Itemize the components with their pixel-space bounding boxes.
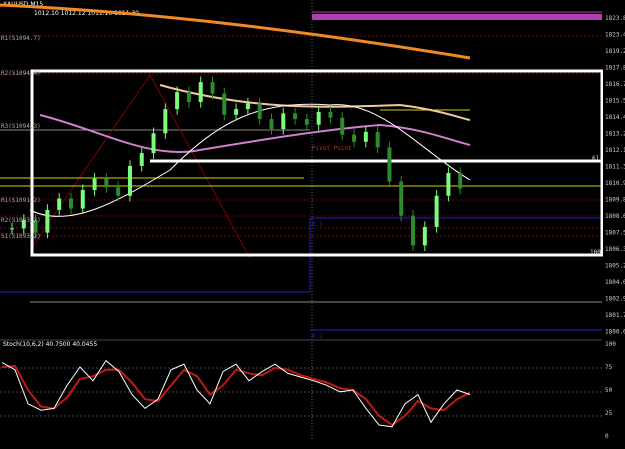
price-axis-label: 1817.85 [605,65,625,72]
price-axis-label: 1802.94 [605,296,625,303]
candle-body [186,92,191,103]
price-axis-label: 1812.19 [605,147,625,154]
price-axis-label: 1807.58 [605,230,625,237]
candle-body [245,103,250,110]
candle-body [198,82,203,103]
candle-body [222,93,227,115]
candle-body [458,173,463,189]
candle-body [116,187,121,196]
fib-label-b: 0.2 [312,333,323,340]
candle-body [328,111,333,118]
price-axis-label: 1823.41 [605,32,625,39]
candle-body [104,178,109,188]
left-level-label: S1(S1093.2) [1,233,41,240]
price-axis-label: 1813.25 [605,131,625,138]
pivot-label: Pivot Point [312,145,352,152]
candle-body [57,198,62,210]
time-axis [0,441,625,449]
left-level-label: R3(S1094.3) [1,123,41,130]
price-axis-label: 1811.30 [605,164,625,171]
price-axis-label: 1806.35 [605,246,625,253]
candle-body [45,209,50,233]
candle-body [387,147,392,182]
candle-body [151,133,156,154]
candle-body [139,153,144,166]
candle-body [434,195,439,227]
candle-body [363,131,368,142]
price-axis-label: 1809.83 [605,197,625,204]
candle-body [68,198,73,209]
candle-body [293,113,298,120]
candle-body [127,165,132,196]
price-axis-label: 1816.79 [605,81,625,88]
price-axis-label: 1801.75 [605,312,625,319]
stoch-axis-label: 50 [605,387,613,394]
trading-chart[interactable]: XAUUSD,M15 1012.10 1012.12 1011.10 1011.… [0,0,625,449]
purple-zone [312,14,602,20]
candle-body [163,109,168,134]
stoch-axis-label: 0 [605,433,609,440]
price-axis-label: 1814.48 [605,114,625,121]
candle-body [411,215,416,246]
candle-body [304,119,309,125]
candle-body [446,173,451,196]
candle-body [210,82,215,94]
left-level-label: R2(S1093.2) [1,217,41,224]
candle-body [375,131,380,148]
price-axis-label: 1808.65 [605,213,625,220]
candle-body [399,181,404,216]
candle-body [80,190,85,209]
stoch-axis-label: 75 [605,364,613,371]
candle-body [422,226,427,246]
stoch-axis-label: 25 [605,410,613,417]
price-axis-label: 1823.88 [605,15,625,22]
candle-body [257,103,262,120]
stoch-axis-label: 100 [605,341,616,348]
price-axis-label: 1819.29 [605,48,625,55]
candle-body [175,92,180,110]
candle-body [10,228,14,230]
fib-label-a: 0.1 [312,221,323,228]
price-axis-label: 1805.28 [605,263,625,270]
left-level-label: R2(S1094.4) [1,70,41,77]
candle-body [234,109,239,115]
candle-body [352,134,357,142]
price-axis-label: 1804.05 [605,279,625,286]
candle-body [281,113,286,129]
price-axis-label: 1800.64 [605,329,625,336]
left-level-label: R1(S1094.7) [1,35,41,42]
candle-body [269,119,274,129]
candle-body [92,178,97,191]
price-axis-label: 1815.57 [605,98,625,105]
indicator-title: Stoch(10,6,2) 40.7500 40.0455 [3,341,97,348]
candle-body [316,111,321,125]
left-level-label: R1(S1091.2) [1,197,41,204]
price-axis-label: 1810.98 [605,180,625,187]
candle-body [340,117,345,135]
